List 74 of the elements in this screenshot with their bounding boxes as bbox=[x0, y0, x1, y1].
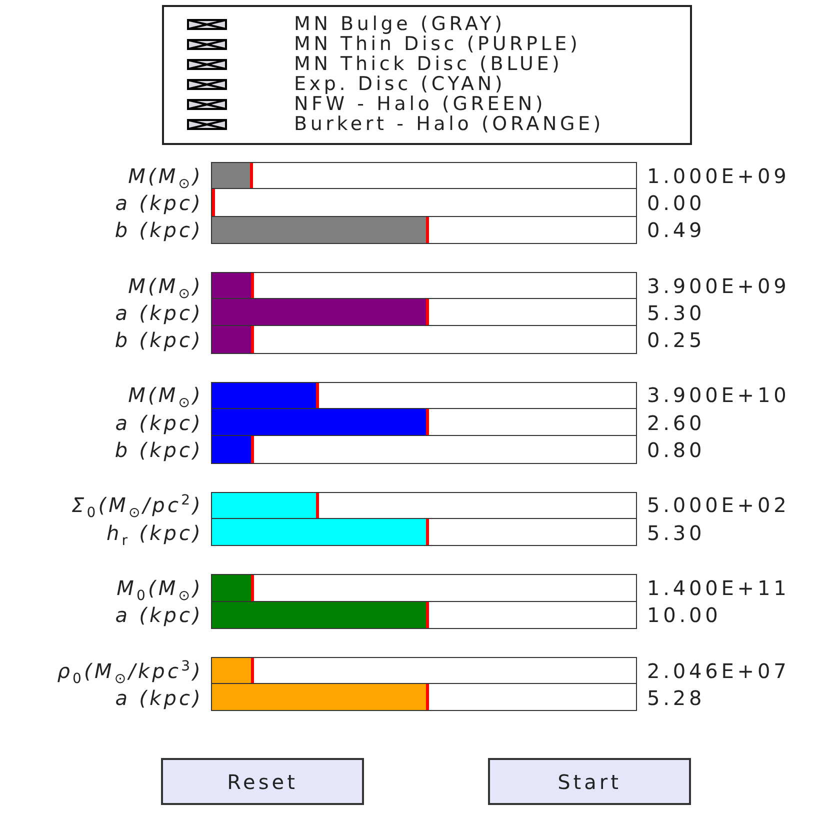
slider-label: a (kpc) bbox=[115, 192, 203, 214]
slider-fill[interactable] bbox=[212, 492, 319, 518]
slider-track[interactable] bbox=[211, 272, 637, 300]
slider-value: 2.046E+07 bbox=[647, 660, 790, 682]
slider-fill[interactable] bbox=[212, 163, 254, 188]
slider-fill[interactable] bbox=[212, 658, 254, 684]
slider-track[interactable] bbox=[211, 162, 637, 190]
slider-label: a (kpc) bbox=[115, 686, 203, 709]
slider-value: 0.49 bbox=[647, 219, 706, 242]
slider-value: 3.900E+09 bbox=[647, 274, 790, 297]
slider-label: a (kpc) bbox=[115, 302, 203, 324]
slider-label: h$_{r}$ (kpc) bbox=[106, 522, 203, 544]
slider-value: 0.80 bbox=[647, 439, 706, 462]
slider-label: M(M$_{⊙}$) bbox=[128, 164, 203, 187]
checkbox-icon[interactable] bbox=[187, 118, 227, 130]
legend-label: Burkert - Halo (ORANGE) bbox=[294, 114, 604, 134]
legend-label: MN Thin Disc (PURPLE) bbox=[294, 34, 581, 54]
legend-label: MN Bulge (GRAY) bbox=[294, 14, 506, 34]
action-button[interactable]: Reset bbox=[161, 758, 364, 806]
slider-fill[interactable] bbox=[212, 409, 430, 436]
slider-value: 10.00 bbox=[647, 604, 722, 626]
slider-value: 2.60 bbox=[647, 412, 706, 434]
action-button[interactable]: Start bbox=[488, 758, 691, 806]
slider-value: 5.000E+02 bbox=[647, 494, 790, 516]
slider-label: M$_{0}$(M$_{⊙}$) bbox=[116, 576, 203, 599]
slider-label: b (kpc) bbox=[114, 219, 203, 242]
slider-label: Σ$_{0}$(M$_{⊙}$/pc$^{2}$) bbox=[71, 494, 203, 516]
slider-fill[interactable] bbox=[212, 575, 254, 601]
slider-value: 1.400E+11 bbox=[647, 576, 790, 599]
slider-track[interactable] bbox=[211, 518, 637, 546]
slider-track[interactable] bbox=[211, 574, 637, 602]
slider-fill[interactable] bbox=[212, 189, 215, 216]
slider-track[interactable] bbox=[211, 602, 637, 629]
slider-track[interactable] bbox=[211, 189, 637, 217]
slider-fill[interactable] bbox=[212, 299, 430, 326]
slider-fill[interactable] bbox=[212, 272, 254, 298]
legend-label: NFW - Halo (GREEN) bbox=[294, 94, 546, 114]
slider-fill[interactable] bbox=[212, 684, 430, 710]
slider-value: 0.25 bbox=[647, 329, 706, 352]
checkbox-icon[interactable] bbox=[187, 18, 227, 30]
slider-label: b (kpc) bbox=[114, 439, 203, 462]
slider-track[interactable] bbox=[211, 409, 637, 436]
slider-label: a (kpc) bbox=[115, 412, 203, 434]
slider-value: 5.28 bbox=[647, 686, 706, 709]
checkbox-icon[interactable] bbox=[187, 58, 227, 70]
slider-track[interactable] bbox=[211, 656, 637, 684]
slider-value: 3.900E+10 bbox=[647, 384, 790, 406]
slider-label: M(M$_{⊙}$) bbox=[128, 384, 203, 406]
slider-label: M(M$_{⊙}$) bbox=[128, 274, 203, 297]
slider-fill[interactable] bbox=[212, 326, 254, 353]
slider-fill[interactable] bbox=[212, 216, 430, 243]
slider-track[interactable] bbox=[211, 684, 637, 712]
checkbox-icon[interactable] bbox=[187, 38, 227, 50]
checkbox-icon[interactable] bbox=[187, 98, 227, 110]
legend-label: MN Thick Disc (BLUE) bbox=[294, 54, 563, 74]
slider-fill[interactable] bbox=[212, 518, 430, 546]
slider-label: a (kpc) bbox=[115, 604, 203, 626]
slider-fill[interactable] bbox=[212, 602, 430, 628]
slider-track[interactable] bbox=[211, 382, 637, 410]
slider-track[interactable] bbox=[211, 299, 637, 326]
slider-label: b (kpc) bbox=[114, 329, 203, 352]
slider-track[interactable] bbox=[211, 436, 637, 464]
slider-track[interactable] bbox=[211, 492, 637, 519]
legend-label: Exp. Disc (CYAN) bbox=[294, 74, 506, 94]
slider-fill[interactable] bbox=[212, 382, 319, 408]
checkbox-icon[interactable] bbox=[187, 78, 227, 90]
slider-value: 5.30 bbox=[647, 522, 706, 544]
slider-track[interactable] bbox=[211, 326, 637, 354]
slider-label: ρ$_{0}$(M$_{⊙}$/kpc$^{3}$) bbox=[57, 660, 203, 682]
slider-fill[interactable] bbox=[212, 436, 254, 463]
slider-value: 1.000E+09 bbox=[647, 164, 790, 187]
slider-value: 0.00 bbox=[647, 192, 706, 214]
slider-track[interactable] bbox=[211, 216, 637, 244]
slider-value: 5.30 bbox=[647, 302, 706, 324]
